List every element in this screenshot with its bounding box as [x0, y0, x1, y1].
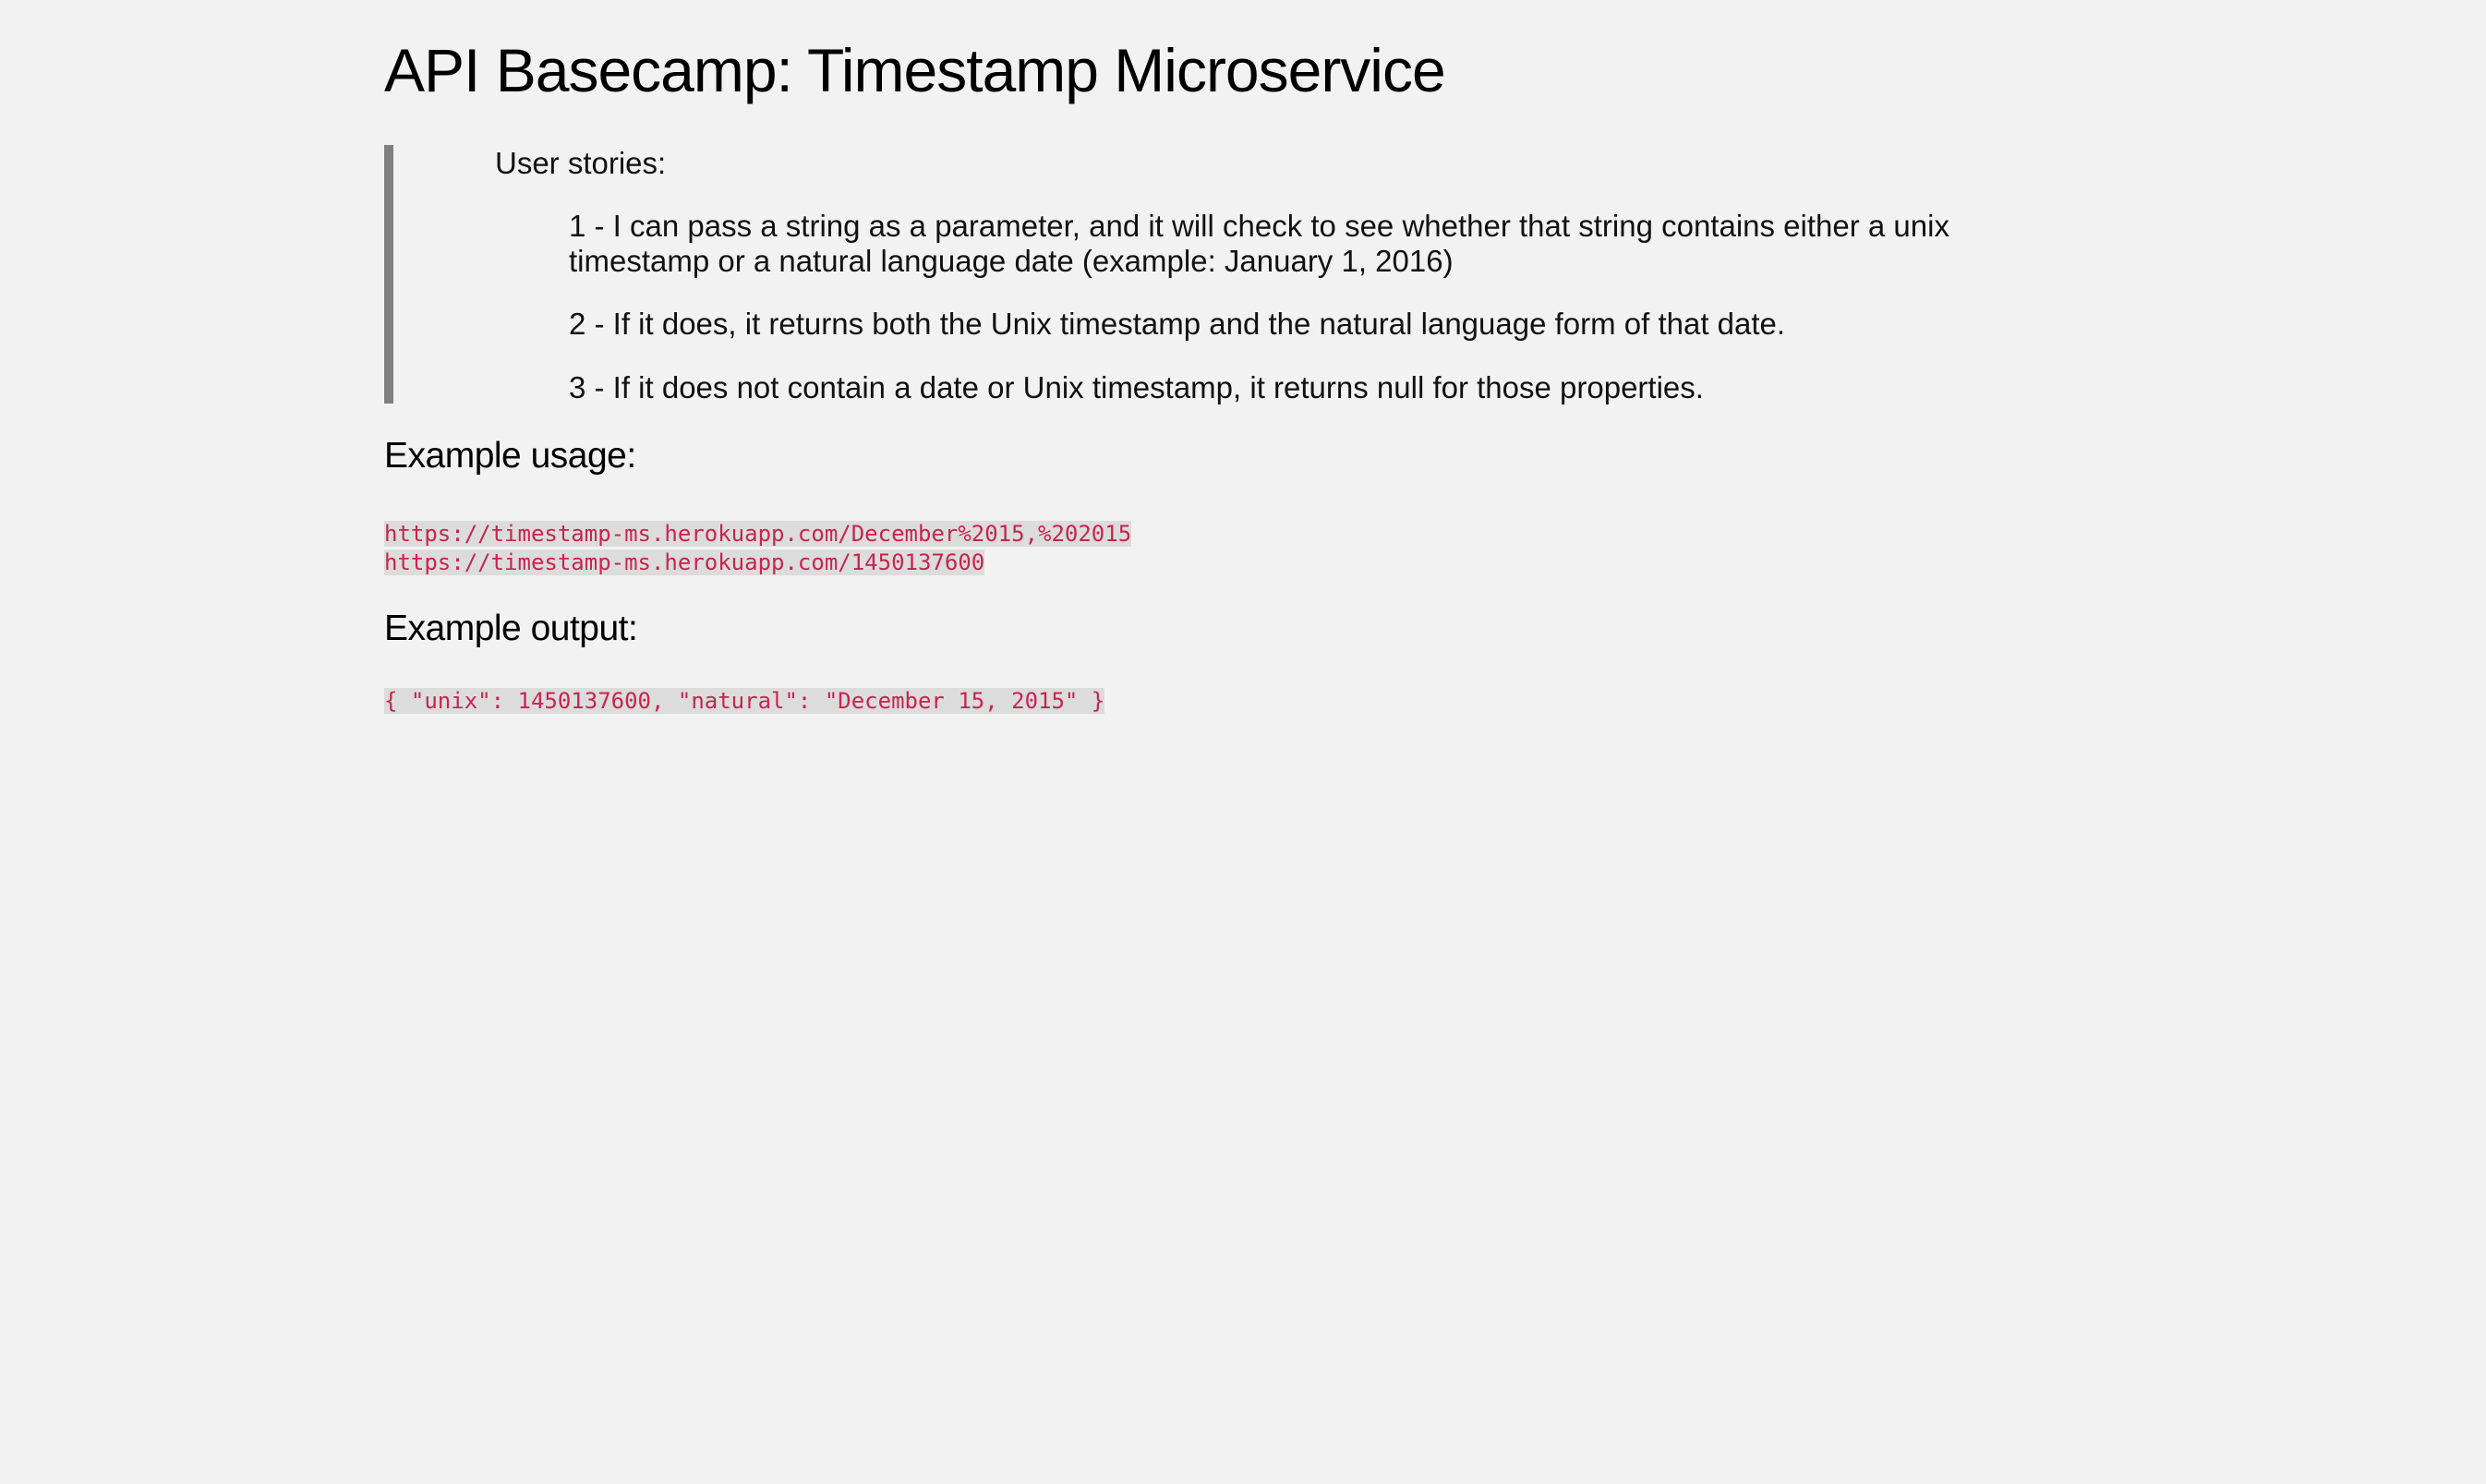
user-story-item: 3 - If it does not contain a date or Uni… — [569, 370, 1704, 404]
example-usage-url: https://timestamp-ms.herokuapp.com/Decem… — [384, 521, 1132, 547]
example-usage-url: https://timestamp-ms.herokuapp.com/14501… — [384, 549, 985, 575]
example-output-json: { "unix": 1450137600, "natural": "Decemb… — [384, 688, 1105, 714]
user-story-item: 1 - I can pass a string as a parameter, … — [569, 209, 1949, 278]
example-output-heading: Example output: — [384, 609, 638, 648]
page-title: API Basecamp: Timestamp Microservice — [384, 36, 1446, 104]
user-stories-blockquote: User stories: 1 - I can pass a string as… — [384, 145, 2056, 404]
example-output-code: { "unix": 1450137600, "natural": "Decemb… — [384, 687, 1105, 716]
user-stories-intro: User stories: — [495, 146, 667, 180]
user-story-item: 2 - If it does, it returns both the Unix… — [569, 307, 1786, 341]
example-usage-code: https://timestamp-ms.herokuapp.com/Decem… — [384, 520, 1132, 577]
example-usage-heading: Example usage: — [384, 436, 636, 476]
